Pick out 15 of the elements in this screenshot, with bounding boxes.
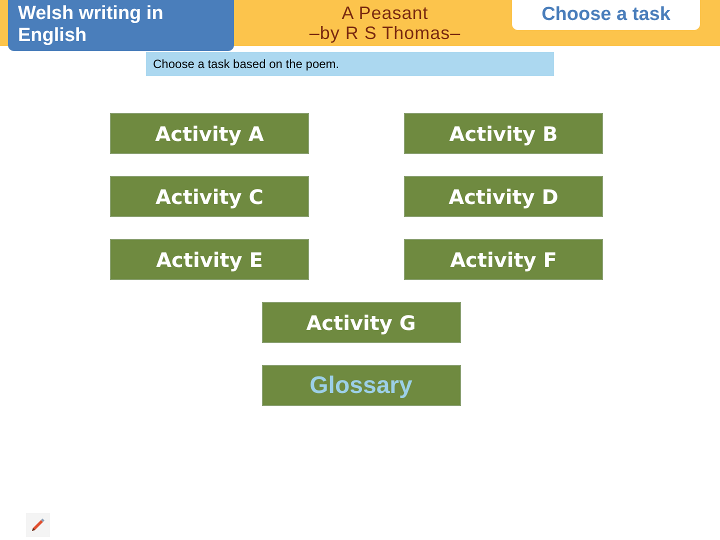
poem-title: A Peasant	[340, 3, 430, 23]
task-button[interactable]: Activity G	[262, 302, 460, 343]
subject-badge: Welsh writing in English	[8, 0, 234, 51]
task-button[interactable]: Activity D	[404, 176, 603, 217]
task-button[interactable]: Activity A	[110, 113, 309, 154]
pencil-button[interactable]	[26, 513, 50, 537]
task-button[interactable]: Activity E	[110, 239, 309, 280]
task-button[interactable]: Activity F	[404, 239, 603, 280]
pencil-icon	[30, 517, 46, 533]
task-button[interactable]: Activity B	[404, 113, 603, 154]
instruction-banner: Choose a task based on the poem.	[146, 52, 554, 76]
glossary-button[interactable]: Glossary	[262, 365, 460, 406]
poem-author: –by R S Thomas–	[309, 23, 461, 43]
task-button[interactable]: Activity C	[110, 176, 309, 217]
page-label: Choose a task	[512, 0, 700, 30]
